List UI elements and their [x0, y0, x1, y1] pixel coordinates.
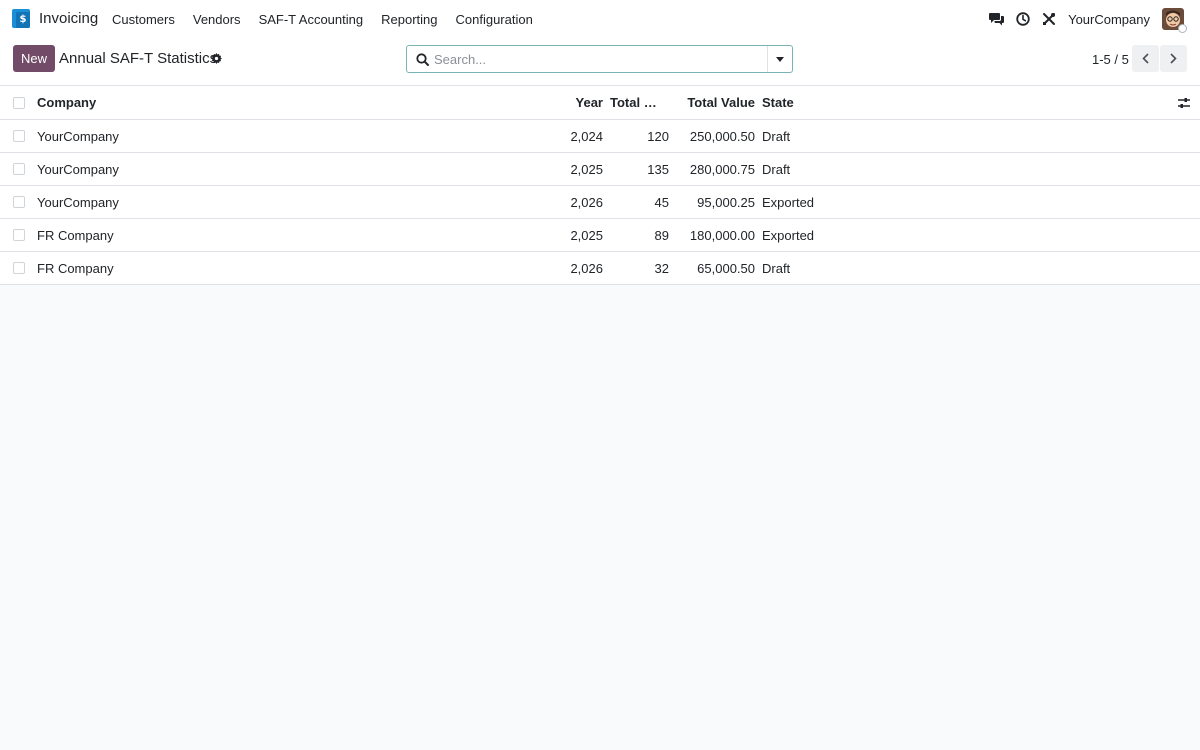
cell-company: YourCompany	[37, 128, 119, 144]
cell-year: 2,026	[570, 260, 603, 276]
cell-year: 2,026	[570, 194, 603, 210]
invoicing-app-icon[interactable]: $	[12, 9, 30, 28]
cell-total-value: 280,000.75	[689, 161, 755, 177]
cell-total-docs: 32	[654, 260, 669, 276]
cell-total-value: 250,000.50	[689, 128, 755, 144]
header-company[interactable]: Company	[37, 86, 337, 119]
search-options-toggle[interactable]	[767, 46, 792, 72]
sliders-icon[interactable]	[1177, 96, 1191, 110]
menu-configuration[interactable]: Configuration	[446, 12, 541, 27]
chevron-left-icon	[1142, 53, 1149, 64]
cell-state: Draft	[762, 260, 791, 276]
cell-total-docs: 89	[654, 227, 669, 243]
cell-total-value: 65,000.50	[697, 260, 755, 276]
cell-company: FR Company	[37, 227, 114, 243]
cell-total-docs: 120	[647, 128, 669, 144]
app-name[interactable]: Invoicing	[39, 10, 98, 27]
pager-next-button[interactable]	[1160, 45, 1187, 72]
search-input[interactable]	[434, 46, 764, 72]
clock-icon[interactable]	[1010, 0, 1036, 38]
caret-down-icon	[776, 56, 784, 62]
systray: YourCompany	[984, 0, 1200, 38]
list-view: Company Year Total Do... Total Value Sta…	[0, 86, 1200, 285]
row-checkbox[interactable]	[13, 130, 25, 142]
cell-total-value: 180,000.00	[689, 227, 755, 243]
cell-state: Draft	[762, 161, 791, 177]
cell-company: YourCompany	[37, 194, 119, 210]
cell-total-value: 95,000.25	[697, 194, 755, 210]
control-panel: New Annual SAF-T Statistics 1-5 / 5	[0, 38, 1200, 86]
cell-state: Exported	[762, 227, 815, 243]
page-title: Annual SAF-T Statistics	[59, 50, 218, 67]
cell-total-docs: 135	[647, 161, 669, 177]
cell-state: Exported	[762, 194, 815, 210]
pager-previous-button[interactable]	[1132, 45, 1159, 72]
tools-icon[interactable]	[1036, 0, 1062, 38]
table-row[interactable]: YourCompany 2,024 120 250,000.50 Draft	[0, 120, 1200, 153]
search-icon	[416, 53, 429, 66]
cell-company: FR Company	[37, 260, 114, 276]
chat-bubbles-icon[interactable]	[984, 0, 1010, 38]
row-checkbox[interactable]	[13, 229, 25, 241]
main-menu: Customers Vendors SAF-T Accounting Repor…	[103, 0, 542, 38]
search-bar	[406, 45, 793, 73]
chevron-right-icon	[1170, 53, 1177, 64]
menu-reporting[interactable]: Reporting	[372, 12, 446, 27]
cell-year: 2,025	[570, 161, 603, 177]
row-checkbox[interactable]	[13, 196, 25, 208]
table-row[interactable]: FR Company 2,026 32 65,000.50 Draft	[0, 252, 1200, 285]
presence-status-icon	[1178, 24, 1187, 33]
user-avatar[interactable]	[1162, 8, 1187, 33]
cell-state: Draft	[762, 128, 791, 144]
table-row[interactable]: FR Company 2,025 89 180,000.00 Exported	[0, 219, 1200, 252]
cell-company: YourCompany	[37, 161, 119, 177]
menu-saft-accounting[interactable]: SAF-T Accounting	[250, 12, 373, 27]
table-row[interactable]: YourCompany 2,025 135 280,000.75 Draft	[0, 153, 1200, 186]
gear-icon[interactable]	[211, 53, 222, 64]
company-switcher[interactable]: YourCompany	[1068, 12, 1150, 27]
row-checkbox[interactable]	[13, 163, 25, 175]
table-row[interactable]: YourCompany 2,026 45 95,000.25 Exported	[0, 186, 1200, 219]
table-header: Company Year Total Do... Total Value Sta…	[0, 86, 1200, 120]
header-state[interactable]: State	[762, 86, 882, 119]
header-total-value[interactable]: Total Value	[674, 86, 755, 119]
menu-vendors[interactable]: Vendors	[184, 12, 250, 27]
svg-text:$: $	[20, 14, 27, 25]
top-navbar: $ Invoicing Customers Vendors SAF-T Acco…	[0, 0, 1200, 38]
cell-total-docs: 45	[654, 194, 669, 210]
cell-year: 2,024	[570, 128, 603, 144]
menu-customers[interactable]: Customers	[103, 12, 184, 27]
header-year[interactable]: Year	[545, 86, 603, 119]
pager-value[interactable]: 1-5 / 5	[1092, 52, 1129, 67]
select-all-checkbox[interactable]	[13, 96, 25, 109]
header-total-docs[interactable]: Total Do...	[610, 86, 666, 119]
cell-year: 2,025	[570, 227, 603, 243]
row-checkbox[interactable]	[13, 262, 25, 274]
new-button[interactable]: New	[13, 45, 55, 72]
